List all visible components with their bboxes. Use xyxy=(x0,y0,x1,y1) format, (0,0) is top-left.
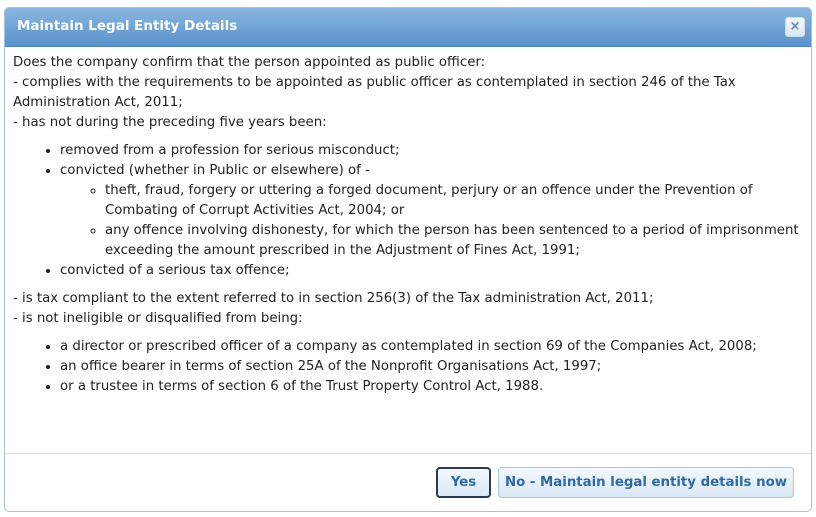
list-item: or a trustee in terms of section 6 of th… xyxy=(60,377,803,397)
dialog-titlebar: Maintain Legal Entity Details × xyxy=(5,8,811,47)
intro-text: Does the company confirm that the person… xyxy=(13,55,486,70)
requirement-text: - complies with the requirements to be a… xyxy=(13,75,736,110)
requirement-text: - is not ineligible or disqualified from… xyxy=(13,311,303,326)
list-item: convicted of a serious tax offence; xyxy=(60,261,803,281)
list-item: a director or prescribed officer of a co… xyxy=(60,337,803,357)
requirement-text: - has not during the preceding five year… xyxy=(13,115,327,130)
close-icon: × xyxy=(789,19,801,34)
dialog-footer: Yes No - Maintain legal entity details n… xyxy=(5,453,811,511)
ineligibility-list: a director or prescribed officer of a co… xyxy=(13,337,803,397)
disqualification-list: removed from a profession for serious mi… xyxy=(13,141,803,281)
sublist-item: theft, fraud, forgery or uttering a forg… xyxy=(105,181,803,221)
dialog-title: Maintain Legal Entity Details xyxy=(17,18,238,34)
requirement-text: - is tax compliant to the extent referre… xyxy=(13,291,654,306)
sublist-item: any offence involving dishonesty, for wh… xyxy=(105,221,803,261)
offence-sublist: theft, fraud, forgery or uttering a forg… xyxy=(60,181,803,261)
yes-button[interactable]: Yes xyxy=(436,467,491,498)
no-maintain-details-button[interactable]: No - Maintain legal entity details now xyxy=(498,467,794,498)
list-item: removed from a profession for serious mi… xyxy=(60,141,803,161)
dialog-body: Does the company confirm that the person… xyxy=(13,53,803,405)
close-button[interactable]: × xyxy=(785,17,805,37)
list-item: an office bearer in terms of section 25A… xyxy=(60,357,803,377)
maintain-legal-entity-dialog: Maintain Legal Entity Details × Does the… xyxy=(4,7,812,512)
list-item: convicted (whether in Public or elsewher… xyxy=(60,161,803,261)
list-item-label: convicted (whether in Public or elsewher… xyxy=(60,163,370,178)
